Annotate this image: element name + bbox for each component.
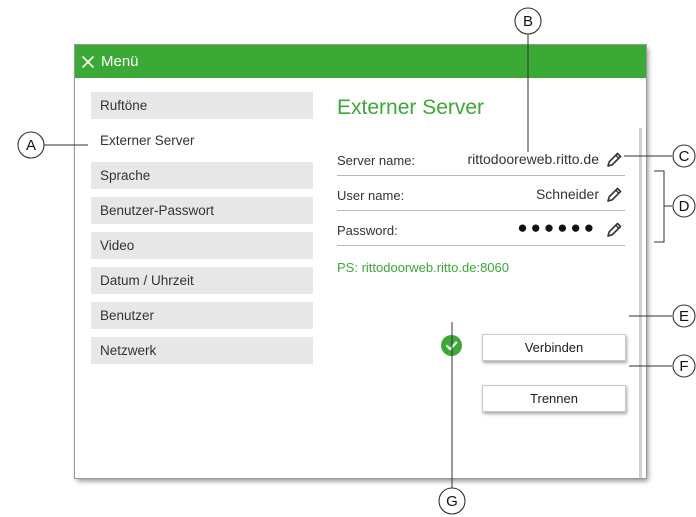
callout-label-g: G [446, 493, 458, 510]
callout-bracket-d [654, 170, 665, 243]
callout-label-d: D [679, 198, 690, 215]
callout-annotations: A B C D E F G [17, 7, 696, 515]
callout-label-b: B [523, 13, 533, 30]
callout-label-e: E [679, 308, 689, 325]
callout-label-c: C [679, 148, 690, 165]
callout-label-f: F [679, 358, 688, 375]
callout-label-a: A [26, 137, 36, 154]
